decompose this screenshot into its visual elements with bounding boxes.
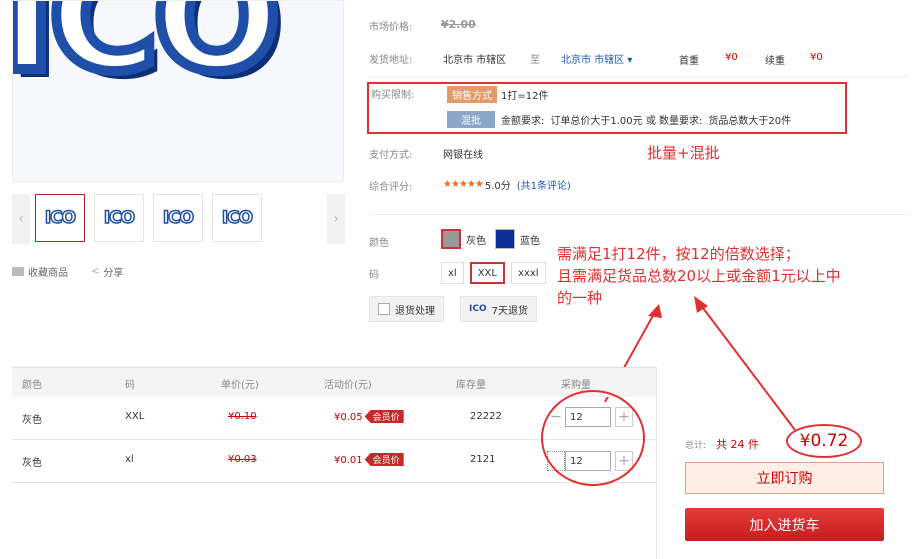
- cell-color: 灰色: [22, 458, 42, 469]
- table-header: 颜色 码 单价(元) 活动价(元) 库存量 采购量: [12, 367, 656, 397]
- cell-price: ¥0.03: [228, 454, 257, 465]
- total-price: ¥0.72: [799, 431, 849, 451]
- qty-highlight-circle: [541, 390, 645, 486]
- cell-color: 灰色: [22, 415, 42, 426]
- total-row: 总计: 共 24 件: [685, 436, 759, 452]
- cell-stock: 2121: [470, 454, 496, 465]
- cell-price: ¥0.10: [228, 411, 257, 422]
- row-divider: [12, 482, 656, 483]
- promo-price: ¥0.01: [334, 455, 363, 466]
- th-promo: 活动价(元): [324, 380, 372, 391]
- order-now-button[interactable]: 立即订购: [685, 462, 884, 494]
- cell-size: XXL: [125, 411, 145, 422]
- th-size: 码: [125, 380, 135, 391]
- cell-size: xl: [125, 454, 134, 465]
- total-price-circle: ¥0.72: [786, 424, 862, 458]
- th-stock: 库存量: [456, 380, 486, 391]
- cell-promo: ¥0.01 会员价: [334, 453, 404, 466]
- cell-stock: 22222: [470, 411, 502, 422]
- total-label: 总计:: [685, 440, 707, 451]
- add-to-cart-button[interactable]: 加入进货车: [685, 508, 884, 541]
- vip-badge: 会员价: [364, 453, 404, 466]
- promo-price: ¥0.05: [334, 412, 363, 423]
- th-price: 单价(元): [221, 380, 259, 391]
- total-count: 共 24 件: [716, 438, 760, 451]
- th-color: 颜色: [22, 380, 42, 391]
- cell-promo: ¥0.05 会员价: [334, 410, 404, 423]
- th-qty: 采购量: [561, 380, 591, 391]
- vip-badge: 会员价: [364, 410, 404, 423]
